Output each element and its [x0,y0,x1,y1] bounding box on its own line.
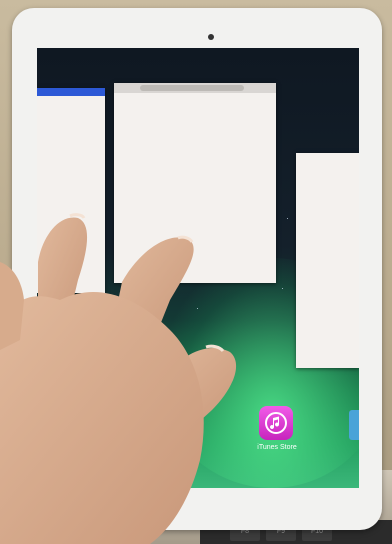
palm [0,291,204,544]
photo-scene: F8 F9 F10 iTunes Store [0,0,392,544]
hand [0,213,237,544]
